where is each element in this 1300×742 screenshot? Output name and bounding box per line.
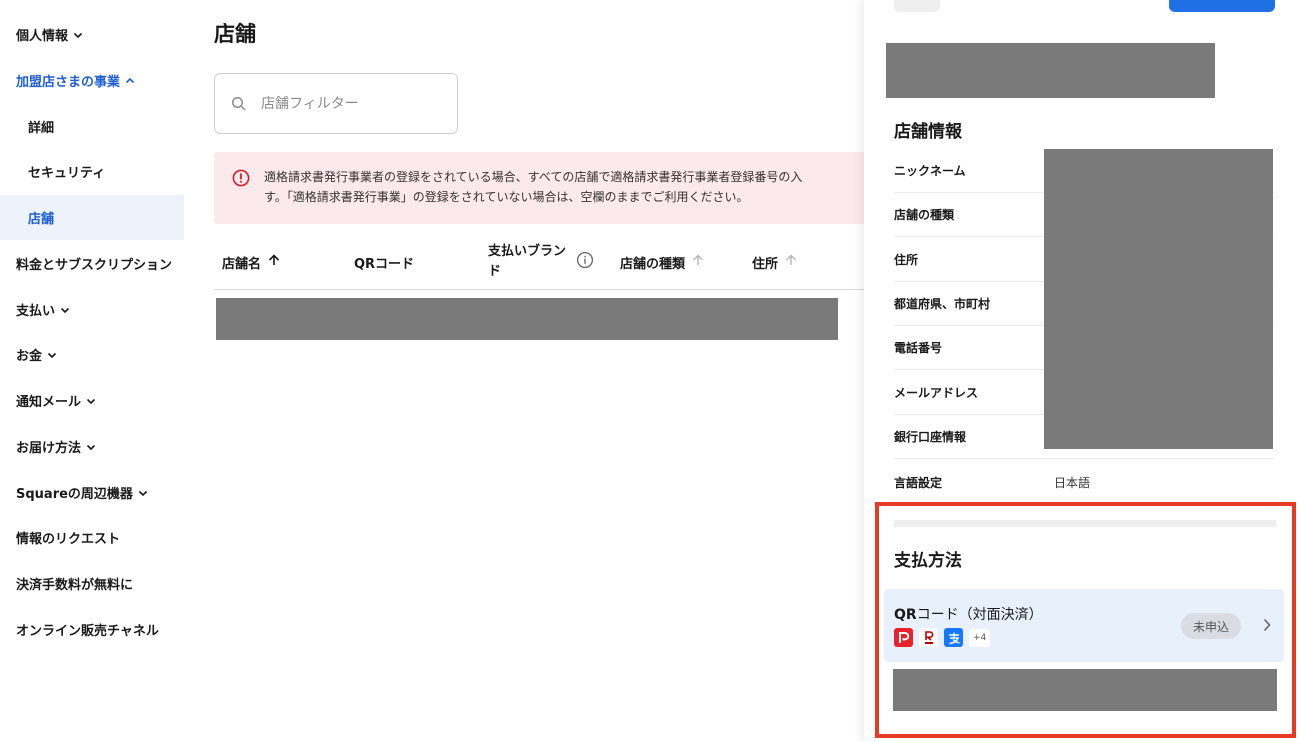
redacted-table-row xyxy=(216,298,838,340)
stores-table-header: 店舗名 QRコード 支払いブランド 店舗の種類 住所 xyxy=(214,234,874,290)
arrow-up-icon xyxy=(784,253,798,271)
sidebar-item-label: お金 xyxy=(16,349,43,364)
sidebar-item-payments[interactable]: 支払い xyxy=(0,287,184,332)
store-filter[interactable] xyxy=(214,73,458,134)
sidebar-item-label: 通知メール xyxy=(16,395,82,410)
redacted-store-name xyxy=(886,43,1215,98)
column-header-qr-code: QRコード xyxy=(354,234,414,290)
chevron-down-icon xyxy=(137,487,149,499)
column-header-store-name[interactable]: 店舗名 xyxy=(222,234,281,290)
sidebar-item-details[interactable]: 詳細 xyxy=(0,104,184,149)
page-title: 店舗 xyxy=(214,22,256,46)
chevron-down-icon xyxy=(46,349,58,361)
store-info-title: 店舗情報 xyxy=(894,122,962,142)
alert-circle-icon xyxy=(232,169,250,191)
info-row-language: 言語設定 日本語 xyxy=(894,460,1274,504)
sidebar-item-label: 店舗 xyxy=(28,212,55,227)
sidebar-item-label: 支払い xyxy=(16,304,56,319)
sidebar-item-label: セキュリティ xyxy=(28,166,106,181)
store-filter-input[interactable] xyxy=(261,95,441,112)
sidebar-item-business[interactable]: 加盟店さまの事業 xyxy=(0,58,184,103)
chevron-down-icon xyxy=(85,395,97,407)
alert-message: 適格請求書発行事業者の登録をされている場合、すべての店舗で適格請求書発行事業者登… xyxy=(264,167,874,207)
sidebar-item-stores[interactable]: 店舗 xyxy=(0,195,184,240)
info-label: 都道府県、市町村 xyxy=(894,297,991,311)
brand-info-icon-wrap[interactable] xyxy=(576,234,594,290)
search-icon xyxy=(231,96,246,111)
sidebar-item-money[interactable]: お金 xyxy=(0,332,184,377)
column-header-label: 支払いブランド xyxy=(488,244,567,279)
info-label: 店舗の種類 xyxy=(894,208,955,222)
sidebar-item-delivery-methods[interactable]: お届け方法 xyxy=(0,424,184,469)
column-header-store-type[interactable]: 店舗の種類 xyxy=(620,234,705,290)
sidebar-item-label: 加盟店さまの事業 xyxy=(16,75,121,90)
info-icon[interactable] xyxy=(576,251,594,273)
sidebar-item-label: 情報のリクエスト xyxy=(16,532,121,547)
column-header-label: 店舗の種類 xyxy=(620,256,686,272)
sidebar-item-label: 個人情報 xyxy=(16,29,69,44)
sidebar-item-info-requests[interactable]: 情報のリクエスト xyxy=(0,515,184,560)
chevron-down-icon xyxy=(59,304,71,316)
sidebar-item-free-fees[interactable]: 決済手数料が無料に xyxy=(0,561,184,606)
arrow-up-icon xyxy=(267,253,281,271)
info-label: 言語設定 xyxy=(894,475,943,490)
invoice-alert-banner: 適格請求書発行事業者の登録をされている場合、すべての店舗で適格請求書発行事業者登… xyxy=(214,152,874,224)
sidebar-item-label: 詳細 xyxy=(28,121,55,136)
sidebar-item-pricing-subscriptions[interactable]: 料金とサブスクリプション xyxy=(0,241,184,286)
info-label: 銀行口座情報 xyxy=(894,430,967,444)
language-value: 日本語 xyxy=(1054,475,1091,490)
sidebar-item-hardware[interactable]: Squareの周辺機器 xyxy=(0,470,184,515)
sidebar-item-label: オンライン販売チャネル xyxy=(16,624,159,639)
sidebar-nav: 個人情報 加盟店さまの事業 詳細 セキュリティ 店舗 料金とサブスクリプション … xyxy=(0,0,184,742)
column-header-label: 店舗名 xyxy=(222,256,262,272)
arrow-up-icon xyxy=(691,253,705,271)
sidebar-item-personal-info[interactable]: 個人情報 xyxy=(0,12,184,57)
back-button[interactable] xyxy=(894,0,940,12)
column-header-payment-brand: 支払いブランド xyxy=(488,234,578,290)
sidebar-item-label: 決済手数料が無料に xyxy=(16,578,134,593)
alert-line-1: 適格請求書発行事業者の登録をされている場合、すべての店舗で適格請求書発行事業者登… xyxy=(264,170,803,184)
sidebar-item-online-channels[interactable]: オンライン販売チャネル xyxy=(0,607,184,652)
chevron-down-icon xyxy=(85,441,97,453)
column-header-label: QRコード xyxy=(354,256,415,272)
alert-line-2: す。「適格請求書発行事業」の登録をされていない場合は、空欄のままでご利用ください… xyxy=(264,190,749,204)
sidebar-item-notification-emails[interactable]: 通知メール xyxy=(0,378,184,423)
column-header-label: 住所 xyxy=(752,256,779,272)
sidebar-item-security[interactable]: セキュリティ xyxy=(0,149,184,194)
primary-action-button[interactable] xyxy=(1169,0,1275,12)
chevron-down-icon xyxy=(72,29,84,41)
chevron-up-icon xyxy=(124,75,136,87)
redacted-store-info-values xyxy=(1044,149,1273,449)
info-label: 住所 xyxy=(894,253,919,267)
info-label: メールアドレス xyxy=(894,386,979,400)
sidebar-item-label: お届け方法 xyxy=(16,441,82,456)
info-label: 電話番号 xyxy=(894,341,943,355)
sidebar-item-label: Squareの周辺機器 xyxy=(16,487,133,502)
highlight-annotation-box xyxy=(875,502,1296,738)
column-header-address[interactable]: 住所 xyxy=(752,234,798,290)
info-label: ニックネーム xyxy=(894,164,966,178)
sidebar-item-label: 料金とサブスクリプション xyxy=(16,258,173,273)
